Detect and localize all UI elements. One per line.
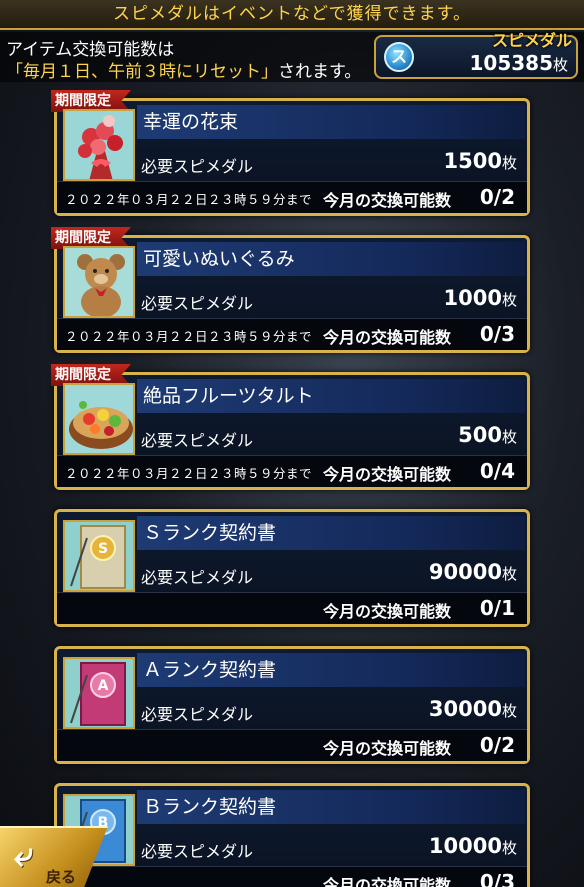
required-medal-label: 必要スピメダル <box>141 842 254 861</box>
reset-info-line2: 「毎月１日、午前３時にリセット」されます。 <box>6 57 361 82</box>
monthly-limit-value: 0/3 <box>479 322 515 346</box>
exchange-limit-bar: 今月の交換可能数 0/2 <box>57 729 527 761</box>
exchange-limit-bar: 今月の交換可能数 0/1 <box>57 592 527 624</box>
svg-text:A: A <box>98 678 109 694</box>
cost-value: 90000 <box>428 560 502 584</box>
reset-info-tail: されます。 <box>278 62 362 82</box>
exchange-item-card[interactable]: 期間限定 可愛いぬいぐるみ 必要スピメダル 1000枚 ２０２２年０３月２２日２… <box>51 227 530 353</box>
monthly-limit-label: 今月の交換可能数 <box>322 191 451 210</box>
deadline-text: ２０２２年０３月２２日２３時５９分まで <box>65 192 313 207</box>
monthly-limit-label: 今月の交換可能数 <box>322 328 451 347</box>
exchange-item-card[interactable]: 期間限定 幸運の花束 必要スピメダル 1500枚 ２０２２年０３月２２日２３時５… <box>51 90 530 216</box>
cost-unit: 枚 <box>501 291 517 309</box>
required-medal-value: 1000枚 <box>444 286 517 310</box>
exchange-item-card[interactable]: 期間限定 絶品フルーツタルト 必要スピメダル 500枚 ２０２２年０３月２２日２… <box>51 364 530 490</box>
cost-unit: 枚 <box>501 565 517 583</box>
cost-value: 30000 <box>428 697 502 721</box>
cost-unit: 枚 <box>501 154 517 172</box>
deadline-text: ２０２２年０３月２２日２３時５９分まで <box>65 466 313 481</box>
medal-count: 105385枚 <box>469 51 568 75</box>
back-button-label: 戻る <box>46 868 77 886</box>
required-medal-value: 30000枚 <box>429 697 517 721</box>
exchange-item-card[interactable]: A Ａランク契約書 必要スピメダル 30000枚 今月の交換可能数 0/2 <box>54 646 530 764</box>
item-name: Ｂランク契約書 <box>137 790 525 824</box>
cost-value: 1000 <box>443 286 502 310</box>
teddy-bear-icon <box>63 246 135 318</box>
medal-count-value: 105385 <box>469 51 553 75</box>
required-medal-label: 必要スピメダル <box>141 157 254 176</box>
monthly-limit-label: 今月の交換可能数 <box>322 739 451 758</box>
required-medal-label: 必要スピメダル <box>141 294 254 313</box>
monthly-limit-label: 今月の交換可能数 <box>322 465 451 484</box>
monthly-limit-value: 0/4 <box>479 459 515 483</box>
top-banner: スピメダルはイベントなどで獲得できます。 <box>0 0 584 30</box>
required-medal-value: 90000枚 <box>429 560 517 584</box>
exchange-limit-bar: ２０２２年０３月２２日２３時５９分まで 今月の交換可能数 0/3 <box>57 318 527 350</box>
reset-schedule-text: 「毎月１日、午前３時にリセット」 <box>6 62 278 82</box>
monthly-limit-value: 0/2 <box>479 733 515 757</box>
fruit-tart-icon <box>63 383 135 455</box>
item-name: 可愛いぬいぐるみ <box>137 242 525 276</box>
required-medal-label: 必要スピメダル <box>141 568 254 587</box>
cost-unit: 枚 <box>501 428 517 446</box>
bouquet-icon <box>63 109 135 181</box>
monthly-limit-value: 0/1 <box>479 596 515 620</box>
cost-value: 500 <box>458 423 502 447</box>
required-medal-value: 1500枚 <box>444 149 517 173</box>
cost-unit: 枚 <box>501 702 517 720</box>
item-name: Ａランク契約書 <box>137 653 525 687</box>
exchange-limit-bar: ２０２２年０３月２２日２３時５９分まで 今月の交換可能数 0/4 <box>57 455 527 487</box>
medal-balance-box: スピメダル ス 105385枚 <box>374 31 578 79</box>
monthly-limit-value: 0/3 <box>479 870 515 887</box>
cost-value: 10000 <box>428 834 502 858</box>
spi-medal-icon: ス <box>384 42 414 72</box>
item-name: 絶品フルーツタルト <box>137 379 525 413</box>
deadline-text: ２０２２年０３月２２日２３時５９分まで <box>65 329 313 344</box>
svg-text:S: S <box>98 541 108 557</box>
exchange-item-card[interactable]: B Ｂランク契約書 必要スピメダル 10000枚 今月の交換可能数 0/3 <box>54 783 530 887</box>
monthly-limit-value: 0/2 <box>479 185 515 209</box>
a-rank-contract-icon: A <box>63 657 135 729</box>
s-rank-contract-icon: S <box>63 520 135 592</box>
item-name: 幸運の花束 <box>137 105 525 139</box>
required-medal-value: 10000枚 <box>429 834 517 858</box>
exchange-limit-bar: ２０２２年０３月２２日２３時５９分まで 今月の交換可能数 0/2 <box>57 181 527 213</box>
monthly-limit-label: 今月の交換可能数 <box>322 876 451 887</box>
medal-count-unit: 枚 <box>552 56 568 74</box>
required-medal-label: 必要スピメダル <box>141 705 254 724</box>
cost-value: 1500 <box>443 149 502 173</box>
required-medal-label: 必要スピメダル <box>141 431 254 450</box>
monthly-limit-label: 今月の交換可能数 <box>322 602 451 621</box>
medal-title: スピメダル <box>491 31 572 50</box>
cost-unit: 枚 <box>501 839 517 857</box>
exchange-limit-bar: 今月の交換可能数 0/3 <box>57 866 527 887</box>
required-medal-value: 500枚 <box>458 423 517 447</box>
exchange-item-card[interactable]: S Ｓランク契約書 必要スピメダル 90000枚 今月の交換可能数 0/1 <box>54 509 530 627</box>
item-name: Ｓランク契約書 <box>137 516 525 550</box>
